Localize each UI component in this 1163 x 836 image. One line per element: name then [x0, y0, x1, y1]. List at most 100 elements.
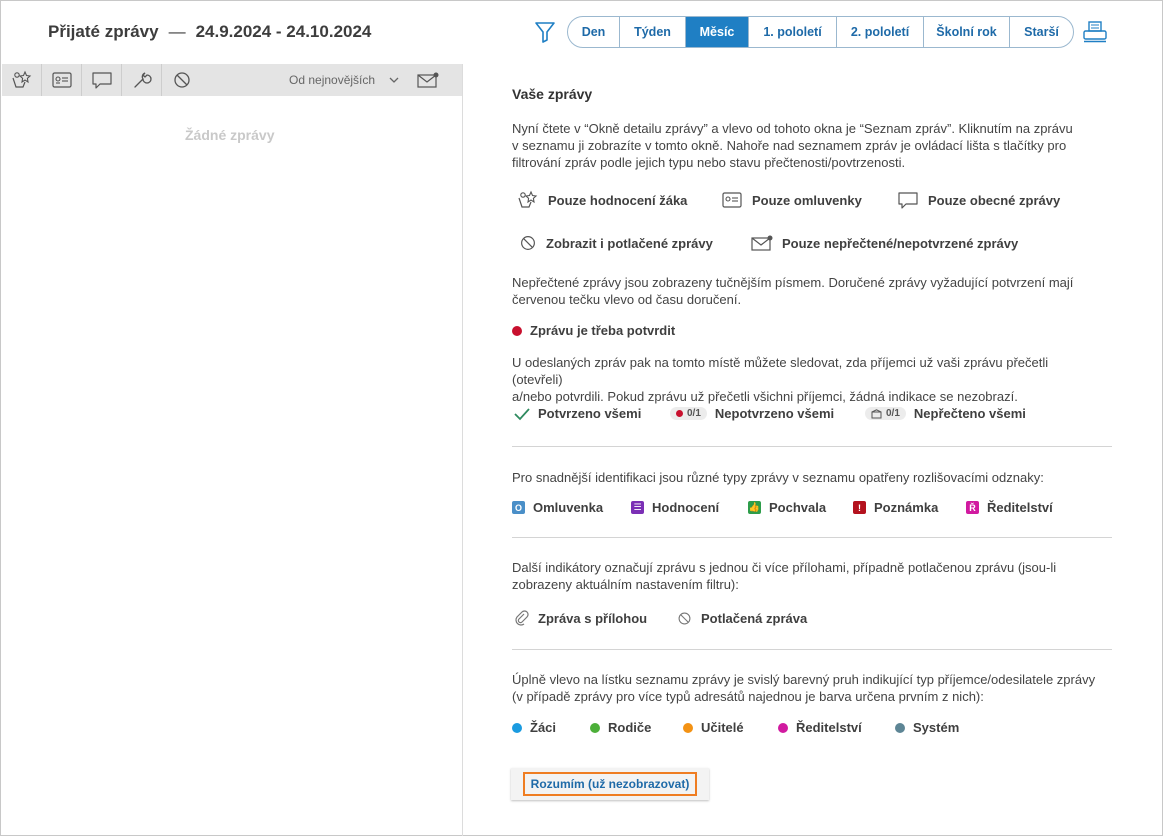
period-week[interactable]: Týden — [620, 17, 686, 47]
type-label: Poznámka — [874, 500, 939, 515]
status-label: Nepřečteno všemi — [913, 406, 1026, 421]
recipient-ucitele: Učitelé — [683, 720, 744, 735]
intro-line: filtrování zpráv podle jejich typu nebo … — [512, 155, 906, 170]
understand-button-label: Rozumím (už nezobrazovat) — [522, 772, 698, 796]
recipient-rodice: Rodiče — [590, 720, 651, 735]
legend-confirm-needed: Zprávu je třeba potvrdit — [512, 323, 675, 338]
office-badge-icon: Ř — [966, 501, 979, 514]
status-not-confirmed: 0/1 Nepotvrzeno všemi — [670, 406, 834, 421]
note-badge-icon: ! — [853, 501, 866, 514]
excuse-badge-icon: O — [512, 501, 525, 514]
type-poznamka: ! Poznámka — [853, 500, 938, 515]
recipient-label: Žáci — [530, 720, 557, 735]
recipient-reditelstvi: Ředitelství — [778, 720, 862, 735]
recipient-label: Učitelé — [701, 720, 744, 735]
color-dot-icon — [778, 722, 788, 733]
date-range: 24.9.2024 - 24.10.2024 — [195, 22, 372, 41]
period-school-year[interactable]: Školní rok — [924, 17, 1010, 47]
period-second-half[interactable]: 2. pololetí — [837, 17, 924, 47]
period-older[interactable]: Starší — [1010, 17, 1073, 47]
printer-icon[interactable] — [1082, 20, 1108, 44]
attach-line: Další indikátory označují zprávu s jedno… — [512, 560, 1057, 575]
recipient-label: Ředitelství — [796, 720, 862, 735]
excuse-icon — [722, 192, 742, 208]
status-not-read: 0/1 Nepřečteno všemi — [865, 406, 1026, 421]
envelope-dot-icon[interactable] — [416, 70, 440, 90]
period-month[interactable]: Měsíc — [686, 17, 749, 47]
message-bubble-icon — [898, 192, 918, 209]
settings-button[interactable] — [122, 64, 162, 96]
title-text: Přijaté zprávy — [48, 22, 159, 41]
recipient-label: Systém — [913, 720, 960, 735]
stripe-line: Úplně vlevo na lístku seznamu zprávy je … — [512, 672, 1096, 687]
counter-value: 0/1 — [886, 408, 900, 419]
legend-label: Zprávu je třeba potvrdit — [530, 323, 676, 338]
legend-label: Pouze nepřečtené/nepotvrzené zprávy — [782, 235, 1019, 251]
page-title: Přijaté zprávy — 24.9.2024 - 24.10.2024 — [48, 22, 371, 42]
filter-excuses-button[interactable] — [42, 64, 82, 96]
types-text: Pro snadnější identifikaci jsou různé ty… — [512, 470, 1044, 485]
section-divider — [512, 537, 1112, 538]
blocked-icon — [174, 72, 190, 88]
legend-suppressed: Zobrazit i potlačené zprávy — [518, 233, 713, 253]
legend-label: Potlačená zpráva — [701, 611, 808, 626]
empty-list-message: Žádné zprávy — [185, 127, 275, 143]
type-label: Ředitelství — [987, 500, 1053, 515]
period-switcher: Den Týden Měsíc 1. pololetí 2. pololetí … — [567, 16, 1074, 48]
section-divider — [512, 446, 1112, 447]
legend-label: Zobrazit i potlačené zprávy — [546, 235, 713, 251]
type-omluvenka: O Omluvenka — [512, 500, 603, 515]
type-label: Omluvenka — [533, 500, 604, 515]
status-label: Nepotvrzeno všemi — [714, 406, 835, 421]
understand-button[interactable]: Rozumím (už nezobrazovat) — [511, 768, 709, 800]
color-dot-icon — [512, 722, 522, 733]
sent-text: U odeslaných zpráv pak na tomto místě mů… — [512, 354, 1102, 405]
period-first-half[interactable]: 1. pololetí — [749, 17, 837, 47]
legend-label: Pouze obecné zprávy — [928, 192, 1061, 208]
filter-icon[interactable] — [534, 20, 556, 44]
title-dash: — — [168, 22, 186, 41]
praise-badge-icon: 👍 — [748, 501, 761, 514]
excuse-icon — [51, 72, 72, 88]
stripe-line: (v případě zprávy pro více typů adresátů… — [512, 689, 984, 704]
unread-line: červenou tečku vlevo od času doručení. — [512, 292, 742, 307]
paperclip-icon — [515, 610, 529, 626]
intro-text: Nyní čtete v “Okně detailu zprávy” a vle… — [512, 120, 1102, 171]
color-dot-icon — [683, 722, 693, 733]
recipient-system: Systém — [895, 720, 959, 735]
type-pochvala: 👍 Pochvala — [748, 500, 826, 515]
student-rating-icon — [518, 190, 538, 208]
chevron-down-icon — [389, 77, 399, 83]
filter-rating-button[interactable] — [2, 64, 42, 96]
attach-line: zobrazeny aktuálním nastavením filtru): — [512, 577, 739, 592]
red-dot-icon — [676, 410, 683, 417]
blocked-icon — [678, 612, 691, 625]
section-divider — [512, 649, 1112, 650]
detail-heading: Vaše zprávy — [512, 86, 593, 102]
type-label: Pochvala — [769, 500, 827, 515]
show-suppressed-button[interactable] — [162, 64, 202, 96]
legend-label: Zpráva s přílohou — [538, 610, 648, 626]
legend-attachment: Zpráva s přílohou — [514, 610, 647, 626]
red-dot-icon — [512, 325, 522, 336]
type-hodnoceni: ☰ Hodnocení — [631, 500, 719, 515]
sent-line: U odeslaných zpráv pak na tomto místě mů… — [512, 355, 1049, 387]
legend-label: Pouze hodnocení žáka — [548, 192, 688, 208]
intro-line: Nyní čtete v “Okně detailu zprávy” a vle… — [512, 121, 1073, 136]
legend-general: Pouze obecné zprávy — [896, 190, 1060, 210]
confirm-counter: 0/1 — [670, 407, 707, 420]
envelope-dot-icon — [751, 235, 773, 251]
stripe-text: Úplně vlevo na lístku seznamu zprávy je … — [512, 671, 1102, 705]
period-day[interactable]: Den — [568, 17, 620, 47]
counter-value: 0/1 — [687, 408, 701, 419]
filter-general-button[interactable] — [82, 64, 122, 96]
type-label: Hodnocení — [652, 500, 720, 515]
recipient-label: Rodiče — [608, 720, 652, 735]
sort-dropdown[interactable]: Od nejnovějších — [289, 73, 399, 87]
message-bubble-icon — [91, 72, 112, 89]
envelope-open-icon — [871, 408, 882, 418]
unread-line: Nepřečtené zprávy jsou zobrazeny tučnějš… — [512, 275, 1074, 290]
attach-text: Další indikátory označují zprávu s jedno… — [512, 559, 1102, 593]
legend-suppressed-msg: Potlačená zpráva — [676, 610, 807, 627]
intro-line: v seznamu ji zobrazíte v tomto okně. Nah… — [512, 138, 1067, 153]
